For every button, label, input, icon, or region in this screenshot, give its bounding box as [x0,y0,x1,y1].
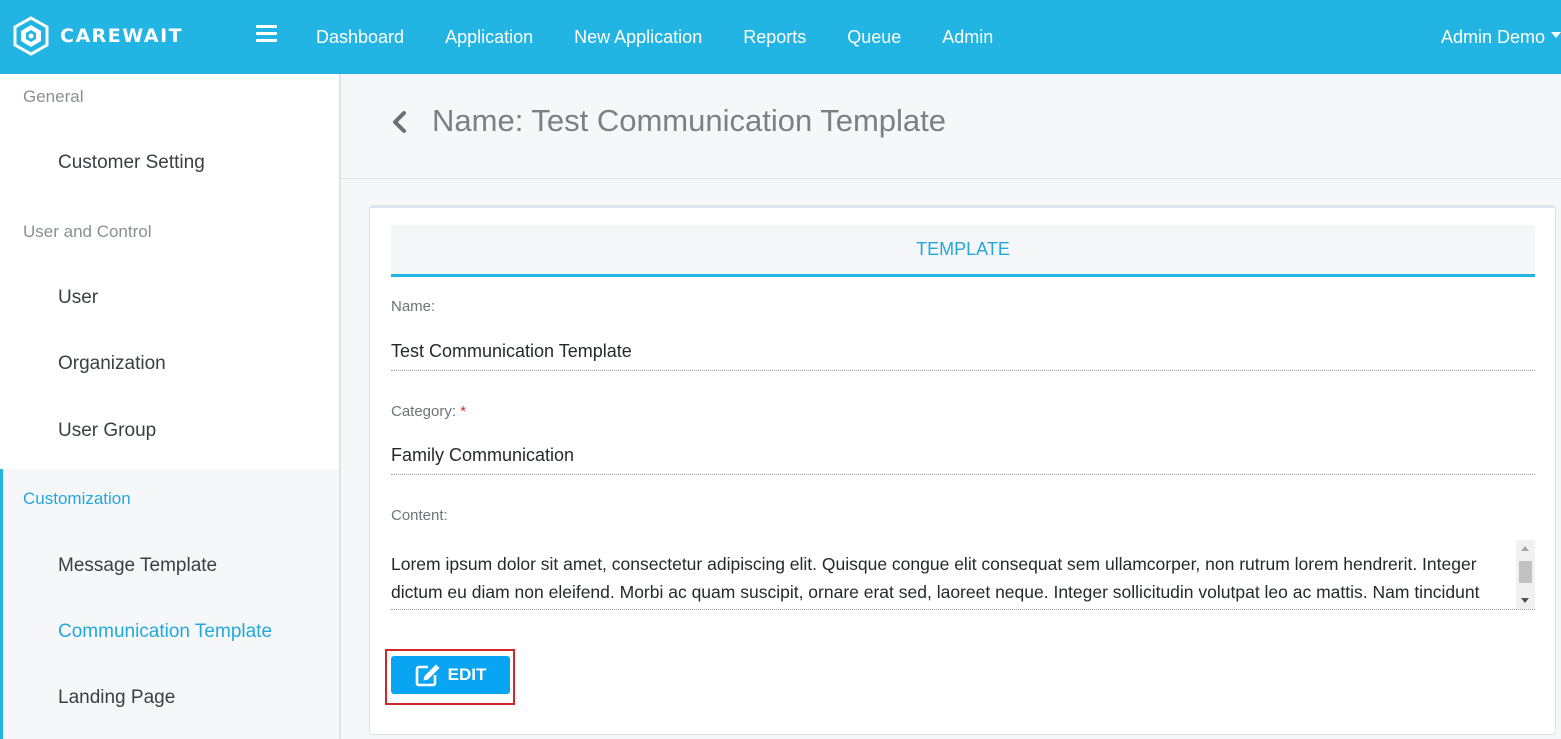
hamburger-menu-icon[interactable] [256,25,277,45]
scroll-thumb[interactable] [1519,561,1532,583]
edit-button-label: EDIT [447,665,487,684]
sidebar-item-message-template[interactable]: Message Template [58,555,217,577]
nav-admin[interactable]: Admin [942,27,993,48]
sidebar-item-communication-template[interactable]: Communication Template [58,621,272,643]
nav-reports[interactable]: Reports [743,27,806,48]
nav-dashboard[interactable]: Dashboard [316,27,404,48]
sidebar-item-organization[interactable]: Organization [58,353,166,375]
content-text: Lorem ipsum dolor sit amet, consectetur … [391,554,1480,602]
sidebar-section-user-and-control: User and Control [23,222,152,241]
user-name: Admin Demo [1440,26,1545,47]
page-title: Name: Test Communication Template [432,103,947,138]
name-label: Name: [391,298,436,315]
content-scrollbar[interactable] [1516,540,1535,609]
sidebar-item-user[interactable]: User [58,287,98,309]
main-nav: Dashboard Application New Application Re… [316,0,1034,74]
brand[interactable]: CAREWAIT [12,16,183,56]
template-card: TEMPLATE Name: Test Communication Templa… [369,205,1556,735]
edit-button[interactable]: EDIT [391,656,510,694]
required-asterisk: * [460,403,467,420]
name-value: Test Communication Template [391,341,1535,371]
nav-queue[interactable]: Queue [847,27,901,48]
category-label: Category: * [391,403,467,420]
sidebar-item-customer-setting[interactable]: Customer Setting [58,152,205,174]
sidebar-item-landing-page[interactable]: Landing Page [58,687,175,709]
sidebar-section-customization[interactable]: Customization [23,489,131,509]
sidebar-section-general: General [23,87,84,106]
brand-name: CAREWAIT [60,25,184,47]
carewait-logo-icon [13,16,49,56]
content-textarea[interactable]: Lorem ipsum dolor sit amet, consectetur … [391,540,1535,610]
scroll-down-arrow-icon[interactable] [1521,598,1529,603]
edit-pencil-square-icon [415,664,440,687]
caret-down-icon [1551,32,1561,38]
nav-application[interactable]: Application [445,27,533,48]
tab-bar: TEMPLATE [391,225,1535,277]
content-label: Content: [391,507,448,524]
user-menu[interactable]: Admin Demo [1441,0,1561,74]
sidebar-item-user-group[interactable]: User Group [58,420,156,442]
page-header: Name: Test Communication Template [341,74,1561,179]
chevron-left-icon[interactable] [389,110,411,134]
scroll-up-arrow-icon[interactable] [1521,546,1529,551]
nav-new-application[interactable]: New Application [574,27,702,48]
category-value: Family Communication [391,445,1535,475]
sidebar: General Customer Setting User and Contro… [0,74,341,739]
tab-template[interactable]: TEMPLATE [916,239,1010,260]
top-navbar: CAREWAIT Dashboard Application New Appli… [0,0,1561,74]
